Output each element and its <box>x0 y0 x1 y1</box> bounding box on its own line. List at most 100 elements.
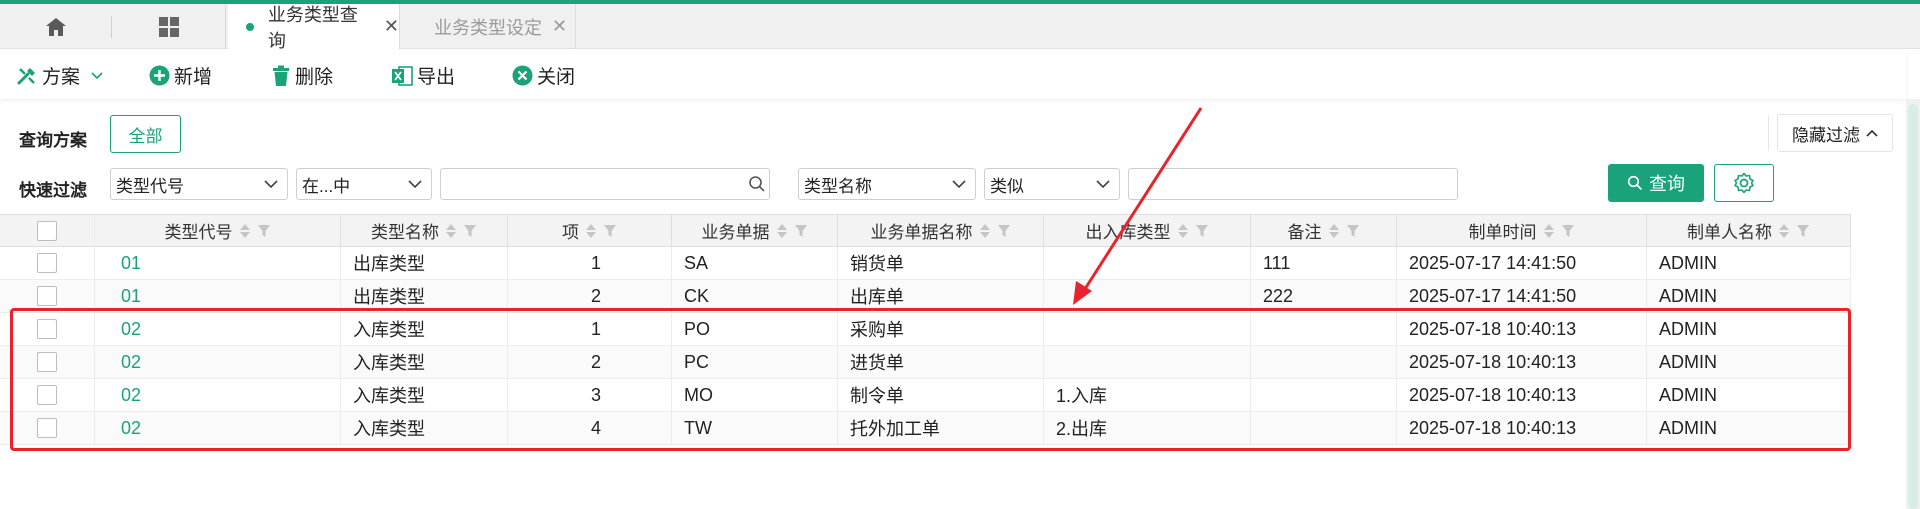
table-cell: PO <box>672 313 838 345</box>
table-cell: 2025-07-18 10:40:13 <box>1397 412 1647 444</box>
table-cell: ADMIN <box>1647 346 1851 378</box>
filter-value1-input[interactable] <box>440 168 770 200</box>
query-button[interactable]: 查询 <box>1608 164 1704 202</box>
sort-icon[interactable] <box>1328 223 1340 239</box>
filter-funnel-icon[interactable] <box>1346 224 1360 238</box>
filter-funnel-icon[interactable] <box>997 224 1011 238</box>
row-checkbox[interactable] <box>37 319 57 339</box>
home-tab[interactable] <box>0 4 112 49</box>
table-row[interactable]: 02 入库类型 2 PC 进货单 2025-07-18 10:40:13 ADMIN <box>0 346 1851 379</box>
table-row[interactable]: 02 入库类型 1 PO 采购单 2025-07-18 10:40:13 ADMIN <box>0 313 1851 346</box>
type-code-link[interactable]: 02 <box>95 313 341 345</box>
type-code-link[interactable]: 02 <box>95 346 341 378</box>
table-header: 类型代号 类型名称 项 业务单据 业务单据名称 出入库类型 备注 制单时间 制单人名称 <box>0 214 1851 247</box>
sort-icon[interactable] <box>776 223 788 239</box>
column-header[interactable]: 项 <box>508 215 672 246</box>
row-checkbox-cell <box>0 412 95 444</box>
row-checkbox-cell <box>0 313 95 345</box>
delete-button[interactable]: 删除 <box>271 62 333 89</box>
table-cell <box>1251 313 1397 345</box>
divider <box>1768 115 1769 151</box>
row-checkbox[interactable] <box>37 352 57 372</box>
table-cell: 2 <box>508 346 672 378</box>
table-cell <box>1044 346 1251 378</box>
type-code-link[interactable]: 02 <box>95 379 341 411</box>
table-cell: 入库类型 <box>341 313 508 345</box>
filter-op1-select[interactable]: 在...中 <box>296 168 432 200</box>
table-cell: 入库类型 <box>341 379 508 411</box>
row-checkbox[interactable] <box>37 286 57 306</box>
type-code-link[interactable]: 02 <box>95 412 341 444</box>
table-row[interactable]: 01 出库类型 2 CK 出库单 222 2025-07-17 14:41:50 ADMIN <box>0 280 1851 313</box>
table-cell <box>1251 412 1397 444</box>
column-header[interactable]: 业务单据名称 <box>838 215 1044 246</box>
column-header[interactable]: 制单时间 <box>1397 215 1647 246</box>
type-code-link[interactable]: 01 <box>95 247 341 279</box>
column-header[interactable]: 类型代号 <box>95 215 341 246</box>
row-checkbox[interactable] <box>37 253 57 273</box>
column-header-label: 制单时间 <box>1468 223 1537 242</box>
tab-business-type-setting[interactable]: 业务类型设定 ✕ <box>400 4 576 49</box>
filter-funnel-icon[interactable] <box>257 224 271 238</box>
filter-funnel-icon[interactable] <box>1796 224 1810 238</box>
all-scheme-button[interactable]: 全部 <box>110 115 181 153</box>
table-cell: 222 <box>1251 280 1397 312</box>
sort-icon[interactable] <box>239 223 251 239</box>
tab-business-type-query[interactable]: 业务类型查询 ✕ <box>228 4 400 51</box>
filter-field1-select[interactable]: 类型代号 <box>110 168 288 200</box>
table-row[interactable]: 02 入库类型 3 MO 制令单 1.入库 2025-07-18 10:40:13 ADMIN <box>0 379 1851 412</box>
close-tab-icon[interactable]: ✕ <box>384 16 399 37</box>
table-cell: 2 <box>508 280 672 312</box>
table-row[interactable]: 02 入库类型 4 TW 托外加工单 2.出库 2025-07-18 10:40:13 ADM… <box>0 412 1851 445</box>
sort-icon[interactable] <box>585 223 597 239</box>
table-cell: 111 <box>1251 247 1397 279</box>
sort-icon[interactable] <box>979 223 991 239</box>
table-cell: ADMIN <box>1647 412 1851 444</box>
chevron-down-icon <box>91 71 103 79</box>
table-cell: MO <box>672 379 838 411</box>
column-header[interactable]: 制单人名称 <box>1647 215 1851 246</box>
close-circle-icon <box>512 65 533 86</box>
filter-funnel-icon[interactable] <box>603 224 617 238</box>
filter-field2-select[interactable]: 类型名称 <box>798 168 976 200</box>
table-cell: 采购单 <box>838 313 1044 345</box>
hide-filter-button[interactable]: 隐藏过滤 <box>1777 114 1893 152</box>
type-code-link[interactable]: 01 <box>95 280 341 312</box>
filter-funnel-icon[interactable] <box>794 224 808 238</box>
column-header[interactable]: 备注 <box>1251 215 1397 246</box>
add-button[interactable]: 新增 <box>149 62 212 89</box>
filter-funnel-icon[interactable] <box>1561 224 1575 238</box>
table-cell: 4 <box>508 412 672 444</box>
sort-icon[interactable] <box>1778 223 1790 239</box>
sort-icon[interactable] <box>445 223 457 239</box>
select-all-checkbox[interactable] <box>37 220 57 241</box>
filter-value2-input[interactable] <box>1128 168 1458 200</box>
tab-label: 业务类型设定 <box>434 17 542 38</box>
filter-funnel-icon[interactable] <box>1195 224 1209 238</box>
filter-op2-select[interactable]: 类似 <box>984 168 1120 200</box>
apps-tab[interactable] <box>112 4 226 49</box>
row-checkbox[interactable] <box>37 418 57 438</box>
column-header[interactable]: 类型名称 <box>341 215 508 246</box>
table-cell: 1 <box>508 247 672 279</box>
table-row[interactable]: 01 出库类型 1 SA 销货单 111 2025-07-17 14:41:50 ADMIN <box>0 247 1851 280</box>
table-cell: 2025-07-17 14:41:50 <box>1397 247 1647 279</box>
scrollbar-thumb[interactable] <box>1908 104 1918 509</box>
sort-icon[interactable] <box>1177 223 1189 239</box>
close-button[interactable]: 关闭 <box>512 62 575 89</box>
sort-icon[interactable] <box>1543 223 1555 239</box>
grid-icon <box>158 16 179 37</box>
column-header[interactable]: 业务单据 <box>672 215 838 246</box>
gear-icon <box>1734 172 1754 194</box>
table-cell: TW <box>672 412 838 444</box>
column-header[interactable]: 出入库类型 <box>1044 215 1251 246</box>
close-tab-icon[interactable]: ✕ <box>552 16 567 37</box>
table-cell: 托外加工单 <box>838 412 1044 444</box>
scheme-button[interactable]: 方案 <box>16 62 108 89</box>
table-cell <box>1251 346 1397 378</box>
table-cell: 销货单 <box>838 247 1044 279</box>
settings-button[interactable] <box>1714 164 1774 202</box>
filter-funnel-icon[interactable] <box>463 224 477 238</box>
row-checkbox[interactable] <box>37 385 57 405</box>
export-button[interactable]: 导出 <box>391 62 455 89</box>
